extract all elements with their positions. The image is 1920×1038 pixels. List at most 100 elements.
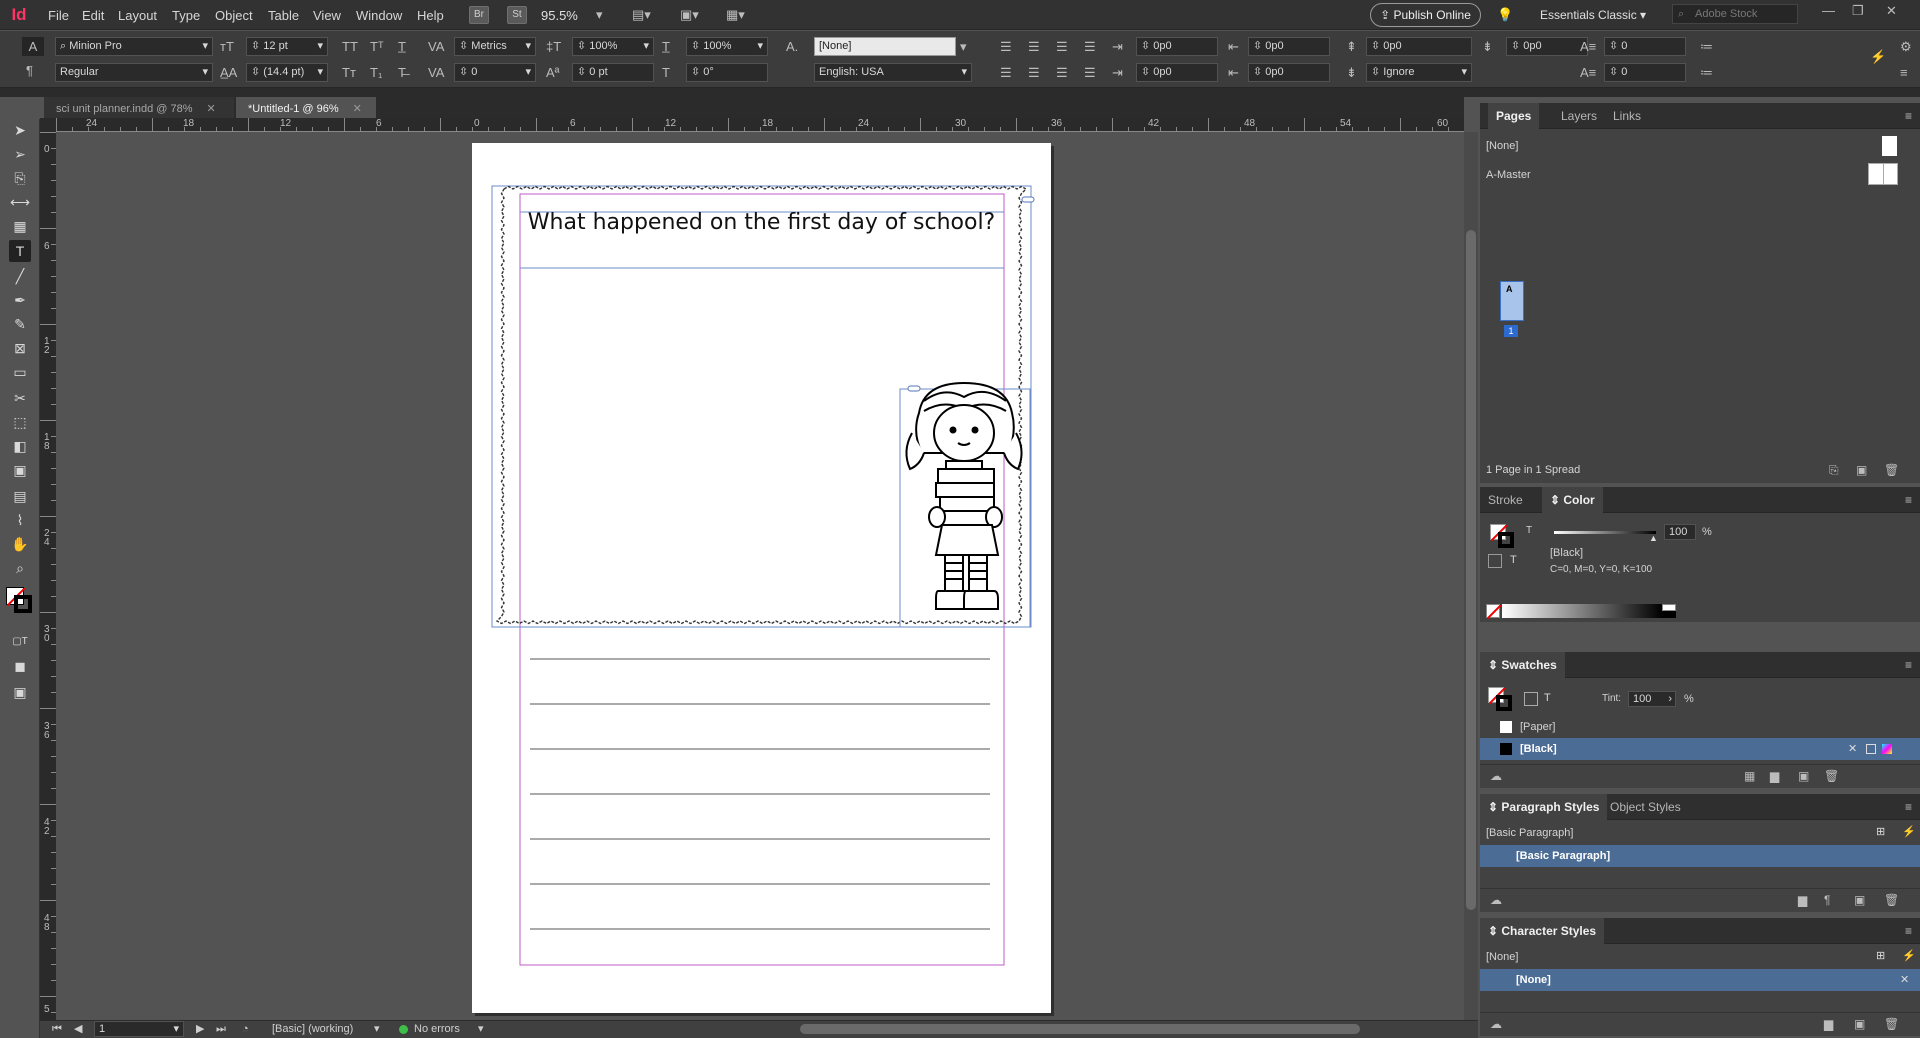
formatting-container-icon[interactable] [1488, 554, 1502, 568]
panel-menu-icon[interactable]: ≡ [1905, 924, 1912, 938]
gradient-feather-tool-icon[interactable]: ▣ [9, 459, 31, 481]
language-field[interactable]: English: USA ▾ [814, 63, 972, 82]
cc-libraries-icon[interactable]: ☁ [1490, 893, 1502, 907]
preflight-profile[interactable]: [Basic] (working) [272, 1020, 353, 1038]
menu-edit[interactable]: Edit [82, 8, 104, 23]
justify-left-icon[interactable]: ☰ [1084, 37, 1096, 56]
content-grabber-icon[interactable] [907, 385, 921, 392]
maximize-icon[interactable]: ❐ [1852, 3, 1864, 19]
tint-slider[interactable] [1554, 531, 1656, 534]
text-format-toggle[interactable]: T [1510, 554, 1517, 566]
menu-layout[interactable]: Layout [118, 8, 157, 23]
menu-object[interactable]: Object [215, 8, 253, 23]
new-folder-icon[interactable]: ▆ [1798, 893, 1807, 907]
align-spine-icon[interactable]: ☰ [1084, 63, 1096, 82]
note-tool-icon[interactable]: ▤ [9, 485, 31, 507]
formatting-container-icon[interactable]: ▢T [9, 631, 31, 653]
master-a[interactable]: A-Master [1480, 164, 1920, 186]
rectangle-frame-tool-icon[interactable]: ⊠ [9, 337, 31, 359]
space-after-field[interactable]: ⇳ 0p0 [1506, 37, 1588, 56]
slider-thumb-icon[interactable]: ▲ [1649, 533, 1658, 543]
horizontal-scroll-thumb[interactable] [800, 1024, 1360, 1034]
page-heading[interactable]: What happened on the first day of school… [472, 210, 1051, 235]
view-options-icon[interactable]: ▤▾ [632, 5, 651, 25]
font-size-field[interactable]: ⇳ 12 pt ▾ [246, 37, 328, 56]
lightning-icon[interactable]: ⚡ [1902, 949, 1916, 962]
tab-paragraph-styles[interactable]: ⇕ Paragraph Styles [1480, 794, 1608, 820]
character-style-field[interactable]: [None] [814, 37, 956, 56]
tab-pages[interactable]: Pages [1488, 103, 1540, 129]
swatch-tint-field[interactable]: 100 › [1628, 691, 1676, 707]
tab-object-styles[interactable]: Object Styles [1602, 794, 1689, 820]
new-style-icon[interactable]: ▣ [1854, 1017, 1865, 1031]
tab-layers[interactable]: Layers [1553, 103, 1605, 129]
screen-mode-tool-icon[interactable]: ▣ [9, 681, 31, 703]
publish-online-button[interactable]: ⇪ Publish Online [1370, 3, 1481, 27]
menu-window[interactable]: Window [356, 8, 402, 23]
menu-type[interactable]: Type [172, 8, 200, 23]
font-family-field[interactable]: ⌕ Minion Pro ▾ [55, 37, 213, 56]
character-style-item[interactable]: [None] [1480, 969, 1920, 991]
skew-field[interactable]: ⇳ 0° [686, 63, 768, 82]
menu-file[interactable]: File [48, 8, 69, 23]
lightning-icon[interactable]: ⚡ [1870, 47, 1886, 66]
chevron-down-icon[interactable]: ▾ [374, 1020, 380, 1038]
bridge-button[interactable]: Br [469, 6, 489, 24]
paragraph-formatting-icon[interactable]: ¶ [26, 61, 33, 80]
none-swatch[interactable] [1486, 604, 1502, 620]
normal-view-icon[interactable]: ◼ [9, 655, 31, 677]
trash-icon[interactable]: 🗑 [1824, 769, 1839, 783]
vertical-scale-field[interactable]: ⇳ 100% ▾ [572, 37, 654, 56]
text-format-toggle[interactable]: T [1544, 692, 1551, 704]
horizontal-ruler[interactable]: 24 18 12 6 0 6 12 18 24 30 36 42 48 54 6… [56, 118, 1464, 132]
kerning-field[interactable]: ⇳ Metrics ▾ [454, 37, 536, 56]
tracking-field[interactable]: ⇳ 0 ▾ [454, 63, 536, 82]
swatch-paper[interactable]: [Paper] [1480, 716, 1920, 738]
right-indent-field[interactable]: ⇳ 0p0 [1248, 37, 1330, 56]
panel-menu-icon[interactable]: ≡ [1905, 109, 1912, 123]
text-format-toggle[interactable]: T [1526, 525, 1532, 536]
white-swatch[interactable] [1662, 604, 1676, 611]
align-left-icon[interactable]: ☰ [1000, 37, 1012, 56]
formatting-container-icon[interactable] [1524, 692, 1538, 706]
space-before-field[interactable]: ⇳ 0p0 [1366, 37, 1472, 56]
left-indent-field[interactable]: ⇳ 0p0 [1136, 37, 1218, 56]
selection-tool-icon[interactable]: ➤ [9, 119, 31, 141]
chevron-down-icon[interactable]: ▾ [960, 37, 967, 56]
vertical-ruler[interactable]: 0 6 1 2 1 8 2 4 3 0 3 6 4 2 4 8 5 [40, 132, 56, 1020]
content-collector-icon[interactable]: ▦ [9, 215, 31, 237]
next-page-icon[interactable]: ▶ [196, 1020, 204, 1038]
close-icon[interactable]: ✕ [207, 103, 216, 115]
pen-tool-icon[interactable]: ✒ [9, 289, 31, 311]
tab-character-styles[interactable]: ⇕ Character Styles [1480, 918, 1605, 944]
paragraph-style-item[interactable]: [Basic Paragraph] [1480, 845, 1920, 867]
open-page-icon[interactable]: ◔ [242, 1020, 249, 1038]
page-number-field[interactable]: 1 ▾ [94, 1021, 184, 1037]
menu-table[interactable]: Table [268, 8, 299, 23]
underline-icon[interactable]: T̲ [398, 37, 406, 56]
first-page-icon[interactable]: ⏮ [52, 1020, 62, 1038]
page-tool-icon[interactable]: ⎘ [9, 167, 31, 189]
last-page-icon[interactable]: ⏭ [216, 1020, 226, 1038]
close-icon[interactable]: ✕ [353, 103, 362, 115]
line-tool-icon[interactable]: ╱ [9, 265, 31, 287]
lightning-icon[interactable]: ⚡ [1902, 825, 1916, 838]
type-tool-icon[interactable]: T [9, 240, 31, 262]
trash-icon[interactable]: 🗑 [1884, 1017, 1899, 1031]
previous-page-icon[interactable]: ◀ [74, 1020, 82, 1038]
strikethrough-icon[interactable]: T̶ [398, 63, 406, 82]
superscript-icon[interactable]: Tᵀ [370, 37, 384, 56]
tint-field[interactable]: 100 [1664, 524, 1696, 540]
menu-view[interactable]: View [313, 8, 341, 23]
trash-icon[interactable]: 🗑 [1884, 463, 1899, 477]
chevron-down-icon[interactable]: ▾ [478, 1020, 484, 1038]
pencil-tool-icon[interactable]: ✎ [9, 313, 31, 335]
tab-stroke[interactable]: Stroke [1480, 487, 1531, 513]
content-grabber-icon[interactable] [1021, 196, 1035, 203]
color-ramp[interactable] [1502, 604, 1662, 618]
hyphenation-field[interactable]: ⇳ Ignore ▾ [1366, 63, 1472, 82]
cc-libraries-icon[interactable]: ☁ [1490, 1017, 1502, 1031]
trash-icon[interactable]: 🗑 [1884, 893, 1899, 907]
panel-menu-icon[interactable]: ≡ [1905, 800, 1912, 814]
justify-center-icon[interactable]: ☰ [1000, 63, 1012, 82]
